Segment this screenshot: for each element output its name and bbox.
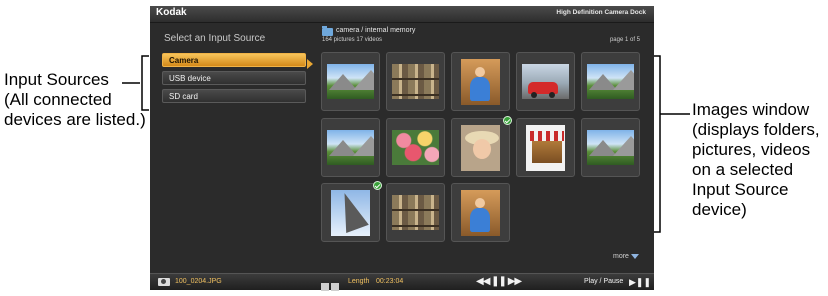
photo-thumbnail[interactable] <box>581 52 640 111</box>
transport-controls[interactable]: ◀◀ ❚❚ ▶▶ <box>476 276 522 287</box>
photo-thumbnail[interactable] <box>321 118 380 177</box>
dock-title: High Definition Camera Dock <box>556 9 646 16</box>
callout-line: device) <box>692 200 747 219</box>
photo-thumbnail[interactable] <box>386 118 445 177</box>
mountain-valley-photo <box>327 130 374 165</box>
page-indicator: page 1 of 5 <box>609 37 640 43</box>
images-window-bracket <box>652 55 690 233</box>
source-item-usb-device[interactable]: USB device <box>162 71 306 85</box>
girl-blue-dress-photo <box>461 59 500 105</box>
callout-line: Input Source <box>692 180 789 199</box>
input-sources-bracket <box>122 55 149 111</box>
photo-thumbnail[interactable] <box>386 183 445 242</box>
red-car-photo <box>522 64 569 99</box>
girl-blue-dress-photo <box>461 190 500 236</box>
source-item-sd-card[interactable]: SD card <box>162 89 306 103</box>
camera-file-icon <box>158 278 170 286</box>
rewind-icon[interactable]: ◀◀ <box>476 276 490 287</box>
checkmark-icon <box>503 116 512 125</box>
girl-with-hat-photo <box>461 125 500 171</box>
photo-thumbnail[interactable] <box>321 181 382 242</box>
current-filename: 100_0204.JPG <box>175 278 222 285</box>
more-button[interactable]: more <box>613 253 639 260</box>
top-bar: Kodak High Definition Camera Dock <box>150 6 654 23</box>
callout-line: (displays folders, <box>692 120 820 139</box>
lock-icon <box>331 283 339 291</box>
postcard-display-photo <box>392 64 439 99</box>
mountain-valley-photo <box>327 64 374 99</box>
callout-line: on a selected <box>692 160 794 179</box>
length-label: Length <box>348 278 370 285</box>
roses-photo <box>392 130 439 165</box>
callout-line: pictures, videos <box>692 140 811 159</box>
fast-forward-icon[interactable]: ▶▶ <box>508 276 522 287</box>
camera-dock-screen: Kodak High Definition Camera Dock Select… <box>150 6 654 291</box>
brand-logo: Kodak <box>156 7 187 18</box>
photo-thumbnail[interactable] <box>451 116 512 177</box>
input-source-heading: Select an Input Source <box>164 33 266 44</box>
mountain-valley-photo <box>587 130 634 165</box>
folder-path: camera / internal memory <box>336 27 416 34</box>
video-icon <box>321 283 329 291</box>
photo-thumbnail[interactable] <box>581 118 640 177</box>
video-mode-icons <box>321 278 341 296</box>
play-pause-icon[interactable]: ▶❚❚ <box>629 277 651 288</box>
folder-icon <box>322 26 333 36</box>
source-item-camera[interactable]: Camera <box>162 53 306 67</box>
photo-thumbnail[interactable] <box>386 52 445 111</box>
chevron-down-icon <box>630 253 639 259</box>
eiffel-tower-photo <box>331 190 370 236</box>
length-value: 00:23:04 <box>376 278 404 285</box>
play-pause-label: Play / Pause <box>584 278 624 285</box>
photo-thumbnail[interactable] <box>451 183 510 242</box>
photo-thumbnail[interactable] <box>516 118 575 177</box>
market-stall-photo <box>526 125 565 171</box>
callout-line: Images window <box>692 100 810 119</box>
pause-icon[interactable]: ❚❚ <box>491 276 507 287</box>
bottom-bar: 100_0204.JPG Length 00:23:04 ◀◀ ❚❚ ▶▶ Pl… <box>150 273 654 291</box>
photo-thumbnail[interactable] <box>516 52 575 111</box>
photo-thumbnail[interactable] <box>321 52 380 111</box>
selected-arrow-icon <box>307 59 313 69</box>
photo-thumbnail[interactable] <box>451 52 510 111</box>
postcard-display-photo <box>392 195 439 230</box>
checkmark-icon <box>373 181 382 190</box>
images-window-callout: Images window (displays folders, picture… <box>692 100 828 220</box>
mountain-valley-photo <box>587 64 634 99</box>
more-label: more <box>613 253 629 260</box>
media-counts: 164 pictures 17 videos <box>322 37 383 43</box>
